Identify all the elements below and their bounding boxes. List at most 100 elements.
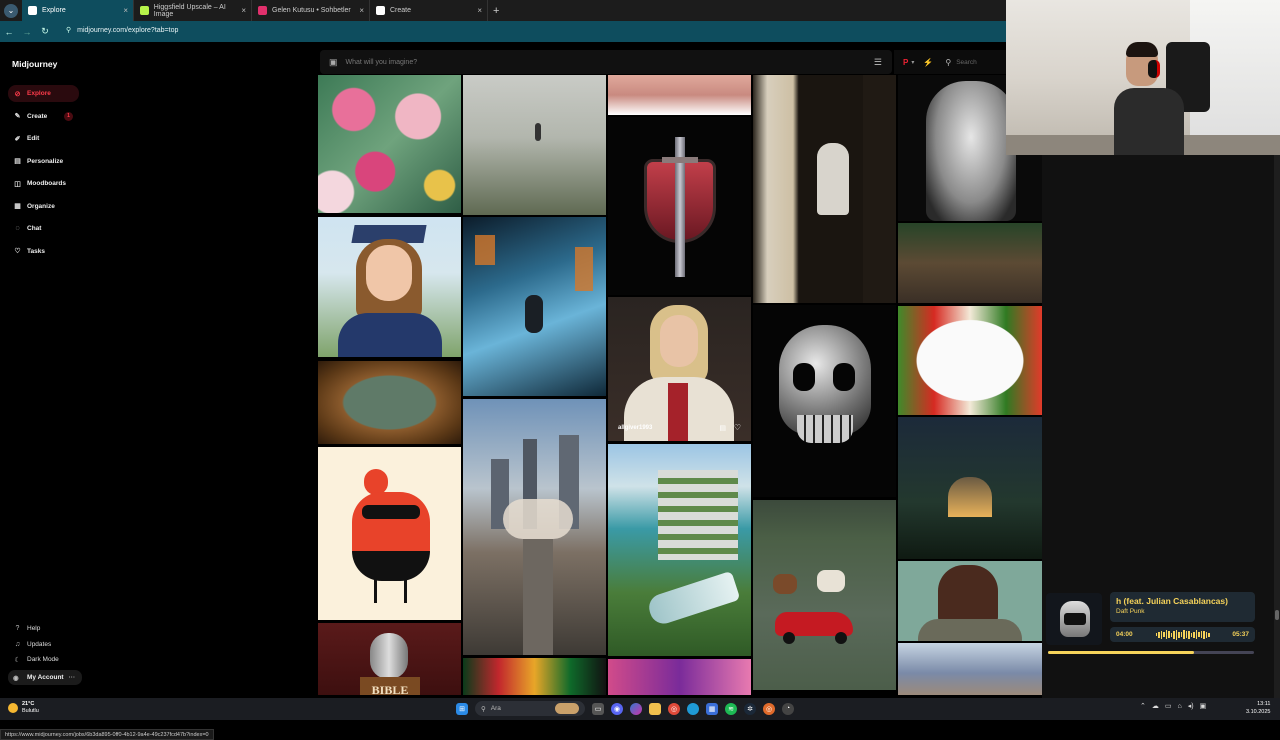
sidebar-item-organize[interactable]: ▦ Organize [8, 198, 79, 215]
gallery-image-vegetable-frame[interactable] [898, 306, 1042, 415]
progress-bar[interactable] [1048, 651, 1254, 654]
browser-tab[interactable]: Gelen Kutusu • Sohbetler × [252, 0, 370, 21]
brand-logo[interactable]: Midjourney [12, 59, 57, 69]
gallery-image-glass-room[interactable] [463, 217, 606, 396]
gallery-image-city-destruction[interactable] [463, 399, 606, 655]
browser-tab[interactable]: Explore × [22, 0, 134, 21]
settings-sliders-icon[interactable]: ☰ [874, 57, 882, 68]
reload-icon[interactable]: ↻ [36, 26, 54, 37]
image-prompt-icon[interactable]: ▣ [329, 57, 338, 68]
site-info-icon[interactable]: ⚲ [66, 26, 71, 34]
clock-date: 3.10.2025 [1246, 708, 1271, 715]
image-author[interactable]: allgiver1993 [618, 425, 652, 431]
gallery-image-monkeys[interactable] [608, 659, 751, 695]
url-field[interactable]: ⚲ midjourney.com/explore?tab=top [66, 26, 178, 35]
gallery-image-garden-train[interactable] [608, 444, 751, 656]
tab-close-icon[interactable]: × [477, 6, 482, 15]
gallery-image-neon-lights[interactable] [463, 658, 606, 695]
browser-tab[interactable]: Higgsfield Upscale – AI Image × [134, 0, 252, 21]
sidebar-item-tasks[interactable]: ♡ Tasks [8, 243, 79, 260]
gallery-image-vintage-portrait[interactable] [898, 561, 1042, 641]
gallery-image-steampunk-frame[interactable] [318, 361, 461, 444]
my-account-button[interactable]: ◉ My Account ··· [8, 670, 82, 685]
sidebar-item-label: Organize [27, 202, 55, 210]
gallery-image-unicorn-door[interactable] [753, 75, 896, 303]
favicon-icon [28, 6, 37, 15]
bookmark-icon[interactable]: ▤ [719, 424, 726, 432]
gallery-image-illustration[interactable] [318, 447, 461, 620]
sidebar-item-moodboards[interactable]: ◫ Moodboards [8, 175, 79, 192]
sidebar-bottom-help[interactable]: ? Help [13, 621, 59, 637]
profile-p-icon[interactable]: P [903, 58, 908, 67]
artist-name: Daft Punk [1116, 608, 1145, 615]
chrome-icon[interactable]: ◎ [668, 702, 680, 715]
moodboards-icon: ◫ [14, 180, 21, 188]
sidebar-item-edit[interactable]: ✐ Edit [8, 130, 79, 147]
task-view-icon[interactable]: ▭ [592, 702, 604, 715]
gallery-image-ruins-night[interactable] [898, 417, 1042, 559]
sidebar-bottom-dark-mode[interactable]: ☾ Dark Mode [13, 652, 58, 668]
prompt-input[interactable]: What will you imagine? [346, 59, 418, 66]
compass-icon: ⊘ [14, 90, 21, 98]
app-icon[interactable]: ◔ [782, 702, 794, 715]
network-icon[interactable]: ⌂ [1178, 703, 1182, 710]
sidebar-item-create[interactable]: ✎ Create 1 [8, 108, 79, 125]
spotify-icon[interactable]: ≋ [725, 702, 737, 715]
steam-icon[interactable]: ✲ [744, 702, 756, 715]
sidebar-item-explore[interactable]: ⊘ Explore [8, 85, 79, 102]
more-icon[interactable]: ··· [69, 674, 76, 681]
gallery-image-warrior-portrait[interactable]: allgiver1993 ▤ ♡ [608, 297, 751, 441]
sidebar-item-personalize[interactable]: ▤ Personalize [8, 153, 79, 170]
gallery-image-bonsai-fight[interactable] [898, 223, 1042, 303]
usb-icon[interactable]: ▭ [1165, 702, 1172, 710]
gallery-image-pink-skin[interactable] [608, 75, 751, 115]
chrome-alt-icon[interactable]: ◎ [763, 702, 775, 715]
gallery-image-graduate[interactable] [318, 217, 461, 357]
copilot-icon[interactable] [630, 702, 642, 715]
gallery-image-chrome-skull[interactable] [753, 305, 896, 497]
windows-start-icon[interactable]: ⊞ [456, 702, 468, 715]
tab-menu-button[interactable]: ⌄ [4, 3, 18, 18]
weather-widget[interactable]: 21°C Bulutlu [8, 701, 39, 715]
search-input[interactable]: Search [956, 59, 977, 66]
sidebar-item-label: Chat [27, 225, 42, 232]
streamer [1114, 42, 1184, 155]
tab-close-icon[interactable]: × [123, 6, 128, 15]
taskbar-search[interactable]: ⚲ Ara [475, 701, 585, 716]
new-tab-button[interactable]: + [493, 5, 499, 17]
gallery-image-horses-car[interactable] [753, 500, 896, 690]
back-icon[interactable]: ← [0, 27, 18, 37]
headset-icon [1148, 60, 1160, 78]
edge-icon[interactable] [687, 702, 699, 715]
browser-tab[interactable]: Create × [370, 0, 488, 21]
prompt-bar[interactable]: ▣ What will you imagine? ☰ [320, 50, 892, 74]
cloud-icon[interactable]: ☁ [1152, 702, 1159, 710]
store-icon[interactable]: ▦ [706, 702, 718, 715]
file-explorer-icon[interactable] [649, 702, 661, 715]
weather-icon [8, 703, 18, 713]
speed-bolt-icon[interactable]: ⚡ [923, 58, 933, 67]
search-icon: ⚲ [481, 705, 486, 713]
tab-label: Explore [42, 7, 66, 14]
sidebar-bottom-updates[interactable]: ♫ Updates [13, 637, 59, 653]
notification-icon[interactable]: ▣ [1200, 702, 1207, 710]
clock[interactable]: 13:11 3.10.2025 [1246, 701, 1270, 716]
gallery-image-sword-shield[interactable] [608, 117, 751, 295]
explore-gallery: BIBLE allgiver1993 ▤ ♡ [318, 75, 1042, 695]
gallery-image-village[interactable] [898, 643, 1042, 695]
forward-icon[interactable]: → [18, 27, 36, 37]
tray-chevron-icon[interactable]: ⌃ [1140, 702, 1146, 710]
taskbar-apps: ⊞ ⚲ Ara ▭ ◉ ◎ ▦ ≋ ✲ ◎ ◔ [456, 701, 794, 716]
sidebar-item-chat[interactable]: ◌ Chat [8, 220, 79, 237]
discord-icon[interactable]: ◉ [611, 702, 623, 715]
gallery-image-bible-microphone[interactable]: BIBLE [318, 623, 461, 695]
browser-tab-bar: ⌄ Explore × Higgsfield Upscale – AI Image ×… [0, 0, 1006, 21]
heart-icon[interactable]: ♡ [734, 423, 741, 432]
gallery-image-misty-path[interactable] [463, 75, 606, 215]
gallery-image-roses[interactable] [318, 75, 461, 213]
tab-close-icon[interactable]: × [359, 6, 364, 15]
chevron-down-icon[interactable]: ▾ [911, 59, 914, 66]
volume-icon[interactable]: ◂) [1188, 702, 1194, 710]
tab-close-icon[interactable]: × [241, 6, 246, 15]
page-scrollbar[interactable] [1274, 155, 1280, 698]
